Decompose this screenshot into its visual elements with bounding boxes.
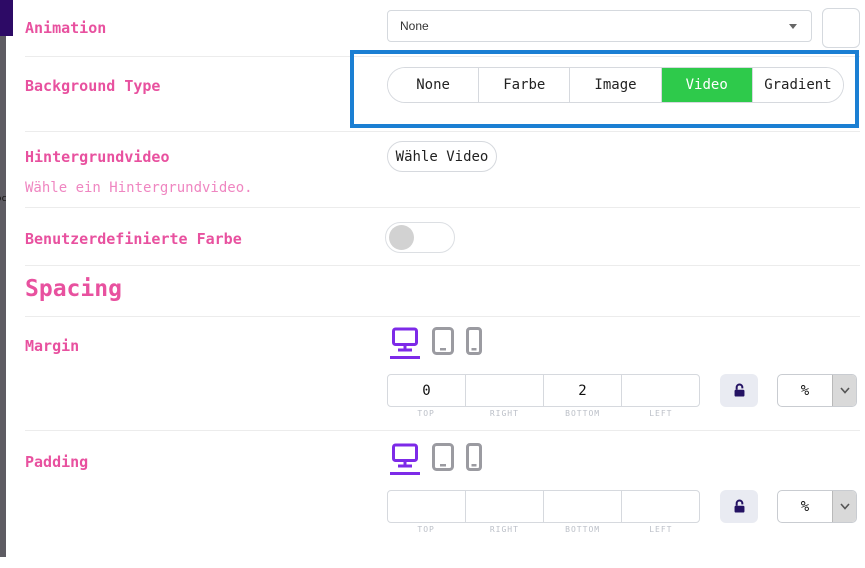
background-video-label: Hintergrundvideo: [25, 148, 170, 166]
margin-unit-value: %: [778, 375, 832, 406]
desktop-icon[interactable]: [390, 443, 420, 475]
margin-top-label: TOP: [387, 409, 465, 418]
margin-right-label: RIGHT: [465, 409, 543, 418]
custom-color-toggle[interactable]: [385, 222, 455, 253]
bg-type-gradient-button[interactable]: Gradient: [752, 68, 843, 102]
padding-bottom-label: BOTTOM: [544, 525, 622, 534]
padding-top-input[interactable]: [388, 491, 465, 522]
animation-select-value: None: [400, 19, 789, 33]
divider: [25, 316, 860, 317]
padding-right-label: RIGHT: [465, 525, 543, 534]
padding-field-labels: TOP RIGHT BOTTOM LEFT: [387, 525, 700, 534]
margin-label: Margin: [25, 337, 79, 355]
padding-top-label: TOP: [387, 525, 465, 534]
margin-bottom-label: BOTTOM: [544, 409, 622, 418]
padding-link-values-button[interactable]: [720, 490, 758, 523]
margin-left-input[interactable]: [621, 375, 699, 406]
mobile-icon[interactable]: [466, 327, 482, 355]
background-type-label: Background Type: [25, 77, 160, 95]
active-device-underline: [390, 356, 420, 359]
choose-video-button[interactable]: Wähle Video: [387, 141, 497, 172]
bg-type-video-button[interactable]: Video: [661, 68, 752, 102]
unlock-icon: [731, 498, 748, 515]
chevron-down-icon: [832, 491, 856, 522]
tablet-icon[interactable]: [432, 327, 454, 355]
padding-right-input[interactable]: [465, 491, 543, 522]
margin-left-label: LEFT: [622, 409, 700, 418]
divider: [25, 207, 860, 208]
background-video-description: Wähle ein Hintergrundvideo.: [25, 180, 253, 196]
active-device-underline: [390, 472, 420, 475]
padding-device-switcher: [390, 443, 482, 475]
divider: [25, 265, 860, 266]
toggle-knob: [389, 225, 414, 250]
padding-bottom-input[interactable]: [543, 491, 621, 522]
spacing-heading: Spacing: [25, 276, 122, 302]
margin-link-values-button[interactable]: [720, 374, 758, 407]
divider: [25, 131, 860, 132]
margin-top-input[interactable]: [388, 375, 465, 406]
clipped-edge-text: oc: [0, 194, 6, 204]
underlying-page-edge: oc: [0, 36, 6, 557]
animation-select[interactable]: None: [387, 10, 812, 42]
background-type-button-group: None Farbe Image Video Gradient: [387, 67, 844, 103]
margin-right-input[interactable]: [465, 375, 543, 406]
bg-type-farbe-button[interactable]: Farbe: [478, 68, 569, 102]
padding-unit-select[interactable]: %: [777, 490, 857, 523]
blank-box-button[interactable]: [822, 8, 860, 48]
padding-unit-value: %: [778, 491, 832, 522]
margin-field-labels: TOP RIGHT BOTTOM LEFT: [387, 409, 700, 418]
bg-type-image-button[interactable]: Image: [569, 68, 660, 102]
mobile-icon[interactable]: [466, 443, 482, 471]
chevron-down-icon: [832, 375, 856, 406]
padding-inputs: [387, 490, 700, 523]
bg-type-none-button[interactable]: None: [388, 68, 478, 102]
underlying-page-corner: [0, 0, 13, 36]
unlock-icon: [731, 382, 748, 399]
desktop-icon[interactable]: [390, 327, 420, 359]
tablet-icon[interactable]: [432, 443, 454, 471]
chevron-down-icon: [789, 24, 797, 29]
padding-left-label: LEFT: [622, 525, 700, 534]
divider: [25, 430, 860, 431]
margin-device-switcher: [390, 327, 482, 359]
animation-label: Animation: [25, 19, 106, 37]
padding-label: Padding: [25, 453, 88, 471]
margin-unit-select[interactable]: %: [777, 374, 857, 407]
margin-bottom-input[interactable]: [543, 375, 621, 406]
margin-inputs: [387, 374, 700, 407]
custom-color-label: Benutzerdefinierte Farbe: [25, 230, 242, 248]
padding-left-input[interactable]: [621, 491, 699, 522]
